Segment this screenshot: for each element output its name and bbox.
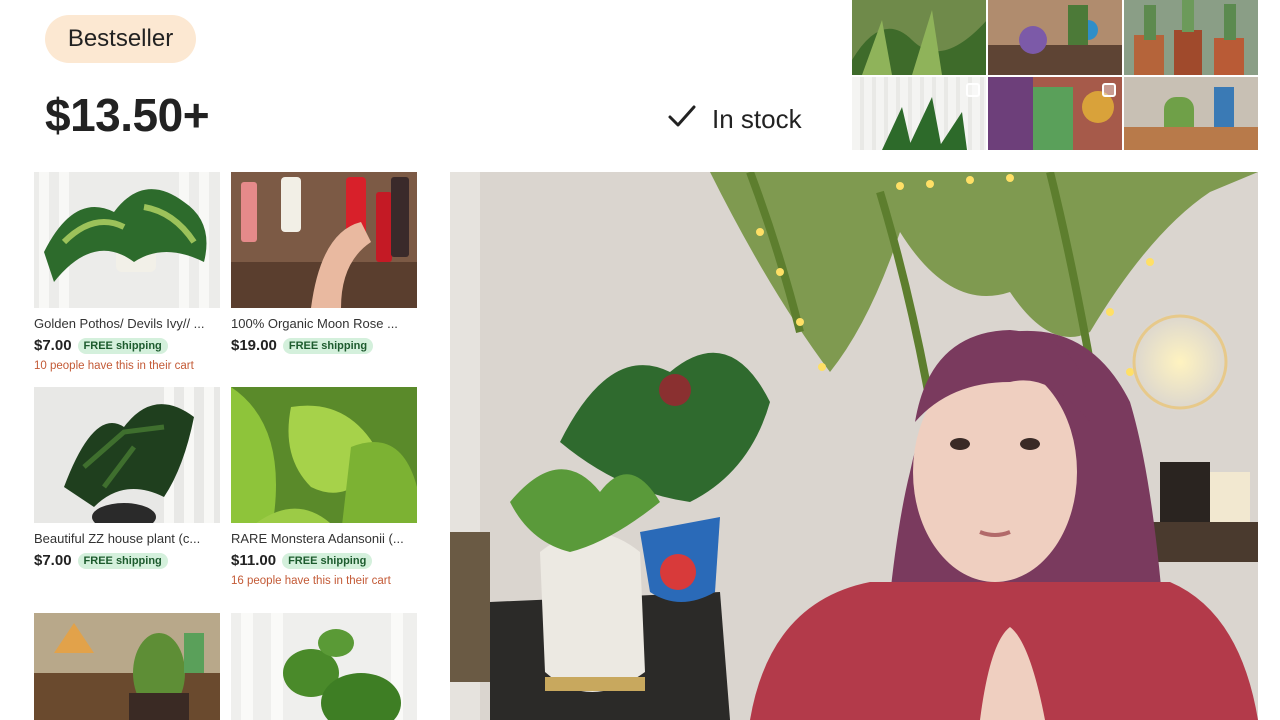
thumbnail-2[interactable] (988, 0, 1122, 75)
thumbnail-5[interactable] (988, 77, 1122, 150)
stock-label: In stock (712, 104, 802, 134)
product-card[interactable] (34, 613, 220, 720)
free-shipping-badge: FREE shipping (282, 337, 374, 354)
video-feed (450, 172, 1258, 720)
thumbnail-4[interactable] (852, 77, 986, 150)
product-price: $7.00 (34, 337, 72, 354)
check-icon (666, 100, 698, 139)
product-image[interactable] (34, 387, 220, 523)
thumbnail-3[interactable] (1124, 0, 1258, 75)
product-image[interactable] (231, 172, 417, 308)
product-image[interactable] (34, 172, 220, 308)
product-card[interactable] (231, 613, 417, 720)
free-shipping-badge: FREE shipping (77, 337, 168, 354)
free-shipping-badge: FREE shipping (77, 552, 168, 569)
thumbnail-6[interactable] (1124, 77, 1258, 150)
product-title[interactable]: RARE Monstera Adansonii (... (231, 531, 417, 546)
product-image[interactable] (34, 613, 220, 720)
product-title[interactable]: Golden Pothos/ Devils Ivy// ... (34, 316, 220, 331)
select-checkbox[interactable] (1102, 83, 1116, 97)
shop-page: Bestseller $13.50+ In stock Golden Potho… (0, 0, 1280, 720)
product-card[interactable]: RARE Monstera Adansonii (... $11.00 FREE… (231, 387, 417, 587)
product-image[interactable] (231, 613, 417, 720)
product-title[interactable]: Beautiful ZZ house plant (c... (34, 531, 220, 546)
cart-count-note: 10 people have this in their cart (34, 360, 194, 372)
product-image[interactable] (231, 387, 417, 523)
thumbnail-grid (852, 0, 1258, 150)
bestseller-badge: Bestseller (45, 15, 196, 63)
thumbnail-1[interactable] (852, 0, 986, 75)
product-price: $7.00 (34, 552, 72, 569)
product-title[interactable]: 100% Organic Moon Rose ... (231, 316, 417, 331)
product-card[interactable]: 100% Organic Moon Rose ... $19.00 FREE s… (231, 172, 417, 354)
product-price: $13.50+ (45, 89, 210, 141)
product-card[interactable]: Beautiful ZZ house plant (c... $7.00 FRE… (34, 387, 220, 569)
product-price: $19.00 (231, 337, 277, 354)
free-shipping-badge: FREE shipping (282, 552, 373, 569)
stock-status: In stock (666, 100, 802, 139)
product-price: $11.00 (231, 552, 277, 569)
product-card[interactable]: Golden Pothos/ Devils Ivy// ... $7.00 FR… (34, 172, 220, 372)
select-checkbox[interactable] (966, 83, 980, 97)
cart-count-note: 16 people have this in their cart (231, 575, 391, 587)
